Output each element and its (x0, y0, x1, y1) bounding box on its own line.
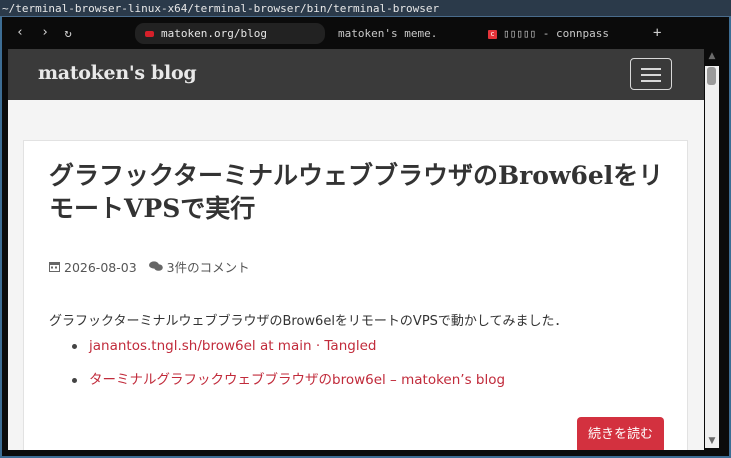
list-item: janantos.tngl.sh/brow6el at main · Tangl… (49, 336, 505, 370)
tab-label: ▯▯▯▯▯ - connpass (503, 27, 609, 40)
comment-count[interactable]: 3件のコメント (167, 260, 250, 275)
calendar-icon (49, 261, 60, 275)
red-favicon-icon (145, 30, 155, 38)
page-viewport: matoken's blog グラフックターミナルウェブブラウザのBrow6el… (8, 49, 704, 450)
tab-matoken-blog[interactable]: matoken.org/blog (135, 23, 325, 44)
window-title: ~/terminal-browser-linux-x64/terminal-br… (0, 0, 731, 17)
link-brow6el-tangled[interactable]: janantos.tngl.sh/brow6el at main · Tangl… (89, 338, 376, 354)
tab-connpass[interactable]: c ▯▯▯▯▯ - connpass (478, 23, 638, 44)
scrollbar-thumb[interactable] (707, 67, 716, 85)
tab-label: matoken's meme. (338, 27, 438, 40)
menu-toggle-button[interactable] (630, 58, 672, 90)
connpass-icon: c (488, 29, 497, 39)
post-date[interactable]: 2026-08-03 (64, 260, 137, 275)
site-navbar: matoken's blog (8, 49, 704, 100)
link-brow6el-blog[interactable]: ターミナルグラフックウェブブラウザのbrow6el – matoken’s bl… (89, 372, 505, 388)
new-tab-button[interactable]: + (653, 25, 661, 41)
list-item: ターミナルグラフックウェブブラウザのbrow6el – matoken’s bl… (49, 370, 505, 404)
scroll-up-arrow-icon[interactable]: ▲ (705, 49, 719, 63)
post-title[interactable]: グラフックターミナルウェブブラウザのBrow6elをリモートVPSで実行 (49, 159, 669, 225)
post-excerpt: グラフックターミナルウェブブラウザのBrow6elをリモートのVPSで動かしてみ… (49, 314, 568, 329)
post-card: グラフックターミナルウェブブラウザのBrow6elをリモートVPSで実行 202… (23, 140, 688, 450)
browser-toolbar: ‹ › ↻ matoken.org/blog matoken's meme. c… (2, 18, 729, 49)
scrollbar-track[interactable] (705, 66, 719, 448)
reload-icon[interactable]: ↻ (60, 24, 76, 42)
tab-label: matoken.org/blog (161, 27, 267, 40)
comments-icon (148, 261, 163, 275)
tab-matoken-meme[interactable]: matoken's meme. (332, 23, 478, 44)
back-arrow-icon[interactable]: ‹ (12, 24, 28, 42)
post-link-list: janantos.tngl.sh/brow6el at main · Tangl… (49, 336, 505, 404)
site-brand[interactable]: matoken's blog (38, 62, 197, 84)
read-more-button[interactable]: 続きを読む (577, 417, 664, 450)
scroll-down-arrow-icon[interactable]: ▼ (705, 434, 719, 448)
forward-arrow-icon[interactable]: › (37, 24, 53, 42)
hamburger-icon (641, 68, 661, 70)
post-meta: 2026-08-03 3件のコメント (49, 257, 250, 276)
